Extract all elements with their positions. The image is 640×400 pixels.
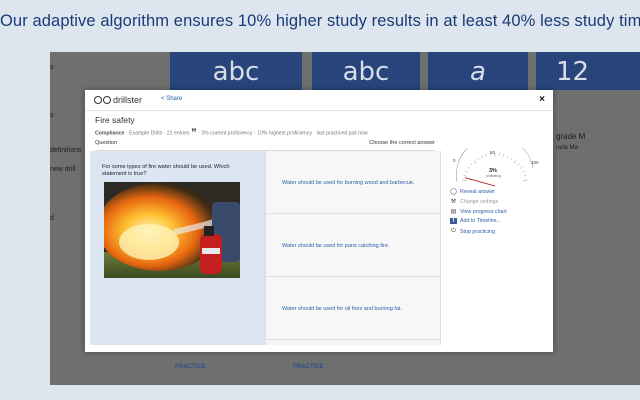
facebook-icon: f (450, 218, 457, 224)
gauge-tick (485, 154, 487, 157)
close-icon[interactable]: × (539, 94, 545, 105)
view-progress-chart-link[interactable]: ▤ View progress chart (450, 208, 507, 216)
share-button[interactable]: < Share (161, 96, 182, 102)
quote-icon: ” (191, 127, 197, 139)
bg-left-snippet: d (50, 215, 54, 222)
gauge-tick (477, 157, 479, 160)
change-settings-link[interactable]: ⚒ Change settings (450, 198, 499, 206)
wrench-icon: ⚒ (450, 199, 457, 205)
bg-right-snippet: grade M (556, 132, 586, 141)
gauge-tick (513, 160, 517, 164)
side-panel: 0 50 100 3% proficiency ◯ Reveal answer … (445, 148, 545, 268)
meta-last-practiced: last practiced just now (316, 130, 368, 137)
gauge-tick (520, 167, 523, 169)
bg-tile-12: 12 (536, 52, 640, 90)
gauge-tick (463, 175, 466, 177)
bg-practice-link: PRACTICE (293, 364, 324, 370)
gauge-tick (470, 163, 473, 166)
gauge-caption: proficiency (486, 174, 502, 178)
modal-header: drillster < Share × (85, 90, 553, 111)
answers-header: Choose the correct answer (265, 140, 435, 151)
meta-entries: 21 entries (166, 130, 190, 137)
action-label: Add to Timeline... (460, 218, 501, 224)
bg-left-snippet: s (50, 64, 54, 71)
gauge-tick (517, 163, 520, 166)
answer-option[interactable]: Water should be used for oil fires and b… (266, 278, 440, 340)
bg-tile-a: a (428, 52, 528, 90)
logo-text: drillster (113, 95, 143, 105)
gauge-tick (522, 170, 525, 173)
power-icon: ⏻ (451, 228, 456, 234)
action-label: View progress chart (460, 208, 507, 215)
gauge-tick (524, 175, 527, 177)
question-header: Question (95, 140, 265, 151)
question-text: For some types of fire water should be u… (102, 164, 230, 177)
meta-highest-proficiency: 10% highest proficiency (257, 130, 312, 137)
gauge-tick (511, 157, 513, 160)
gauge-needle (465, 177, 496, 187)
share-label: Share (166, 96, 183, 102)
proficiency-gauge: 0 50 100 3% proficiency (453, 148, 539, 187)
bg-left-snippet: definitions (50, 147, 82, 154)
answers-list: Water should be used for burning wood an… (265, 151, 441, 345)
gauge-tick (462, 179, 467, 181)
add-to-timeline-link[interactable]: f Add to Timeline... (450, 218, 501, 224)
gauge-tick (481, 155, 483, 158)
fire-extinguisher-image (104, 182, 240, 278)
gauge-tick-label: 50 (490, 150, 496, 155)
action-label: Stop practicing (460, 228, 496, 235)
practice-modal: drillster < Share × Fire safety Complian… (85, 90, 553, 352)
stop-practicing-link[interactable]: ⏻ Stop practicing (450, 228, 495, 235)
gauge-tick-label: 100 (531, 160, 539, 165)
drill-title: Fire safety (95, 115, 135, 125)
gauge-tick (467, 167, 470, 169)
meta-author[interactable]: Example Drills (129, 130, 162, 136)
gauge-tick-label: 0 (453, 158, 456, 163)
bg-practice-link: PRACTICE (175, 364, 206, 370)
action-label: Reveal answer (460, 188, 496, 195)
gauge-tick (503, 154, 505, 157)
gauge-tick (465, 170, 468, 173)
bg-right-snippet: rade Ma (556, 145, 579, 151)
meta-category: Compliance (95, 130, 125, 137)
lightbulb-icon: ◯ (450, 189, 457, 195)
reveal-answer-link[interactable]: ◯ Reveal answer (450, 188, 496, 196)
gauge-tick (507, 155, 509, 158)
bg-left-snippet: s (50, 112, 54, 119)
answer-option[interactable]: Water should be used for burning wood an… (266, 152, 440, 214)
bg-left-snippet: new drill (50, 166, 76, 173)
gauge-tick (523, 179, 528, 181)
answer-option[interactable]: Water should be used for pans catching f… (266, 215, 440, 277)
bg-tile-abc-2: abc (312, 52, 420, 90)
logo-icon (94, 96, 111, 104)
action-label: Change settings (460, 198, 499, 205)
gauge-tick (473, 160, 477, 164)
bg-tile-abc-1: abc (170, 52, 302, 90)
headline: Our adaptive algorithm ensures 10% highe… (0, 12, 640, 30)
meta-current-proficiency: 3% current proficiency (201, 130, 253, 137)
drillster-logo: drillster (94, 95, 142, 105)
chart-icon: ▤ (450, 209, 457, 215)
share-icon: < (161, 96, 165, 102)
drill-meta: Compliance · Example Drills · 21 entries… (95, 127, 368, 139)
